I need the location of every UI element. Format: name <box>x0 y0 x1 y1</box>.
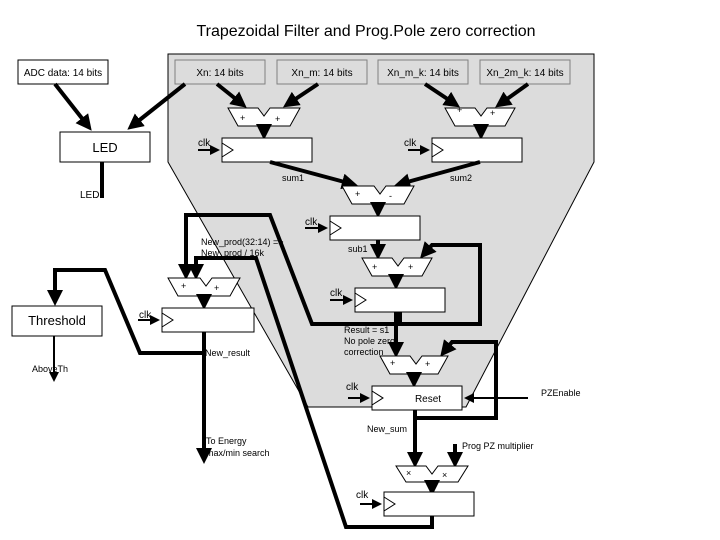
led-out-label: LED <box>80 190 99 201</box>
register-s1 <box>354 287 446 313</box>
adder-2-plus-a: + <box>457 105 462 115</box>
sum1-label: sum1 <box>282 173 304 183</box>
register-product <box>383 491 475 517</box>
adder-1-plus-a: + <box>240 113 245 123</box>
adder-1-plus-b: + <box>275 114 280 124</box>
reset-label: Reset <box>415 394 441 405</box>
adder-5-plus-a: + <box>181 281 186 291</box>
multiplier-times-a: × <box>406 468 411 478</box>
subtractor-minus: - <box>389 191 392 201</box>
clk-label-5: clk <box>346 382 359 393</box>
new-prod-label-2: New_prod / 16k <box>201 248 265 258</box>
subtractor-plus: + <box>355 189 360 199</box>
xn-m-k-label: Xn_m_k: 14 bits <box>387 68 459 79</box>
register-sum1 <box>221 137 313 163</box>
sum2-label: sum2 <box>450 173 472 183</box>
adder-5-plus-b: + <box>214 283 219 293</box>
adder-5 <box>167 277 241 297</box>
diagram-title: Trapezoidal Filter and Prog.Pole zero co… <box>196 23 535 40</box>
sub1-label: sub1 <box>348 244 368 254</box>
xn-label: Xn: 14 bits <box>196 68 243 79</box>
adder-4-plus-a: + <box>390 358 395 368</box>
xn-2m-k-label: Xn_2m_k: 14 bits <box>486 68 563 79</box>
led-block-label: LED <box>92 140 117 155</box>
adc-to-led-wire <box>53 82 92 131</box>
clk-label-3: clk <box>305 217 318 228</box>
new-result-label: New_result <box>205 348 251 358</box>
threshold-label: Threshold <box>28 313 86 328</box>
new-sum-label: New_sum <box>367 424 407 434</box>
above-th-label: AboveTh <box>32 364 68 374</box>
adc-data-label: ADC data: 14 bits <box>24 68 102 79</box>
adder-4-plus-b: + <box>425 359 430 369</box>
clk-label-1: clk <box>198 138 211 149</box>
register-sum2 <box>431 137 523 163</box>
result-label-2: No pole zero <box>344 336 395 346</box>
result-label-3: correction <box>344 347 384 357</box>
register-new-result <box>161 307 255 333</box>
result-label-1: Result = s1 <box>344 325 389 335</box>
new-prod-label-1: New_prod(32:14) => <box>201 237 284 247</box>
to-energy-label-2: max/min search <box>206 448 270 458</box>
trapezoidal-filter-diagram: Trapezoidal Filter and Prog.Pole zero co… <box>11 23 595 529</box>
clk-label-6: clk <box>356 490 369 501</box>
xn-m-label: Xn_m: 14 bits <box>291 68 352 79</box>
register-sub1 <box>329 215 421 241</box>
prog-pz-label: Prog PZ multiplier <box>462 441 534 451</box>
adder-3-plus-a: + <box>372 262 377 272</box>
clk-label-2: clk <box>404 138 417 149</box>
multiplier-times-b: × <box>442 470 447 480</box>
clk-label-4: clk <box>330 288 343 299</box>
pz-enable-label: PZEnable <box>541 388 581 398</box>
adder-3-plus-b: + <box>408 262 413 272</box>
to-energy-label-1: To Energy <box>206 436 247 446</box>
adder-2-plus-b: + <box>490 108 495 118</box>
